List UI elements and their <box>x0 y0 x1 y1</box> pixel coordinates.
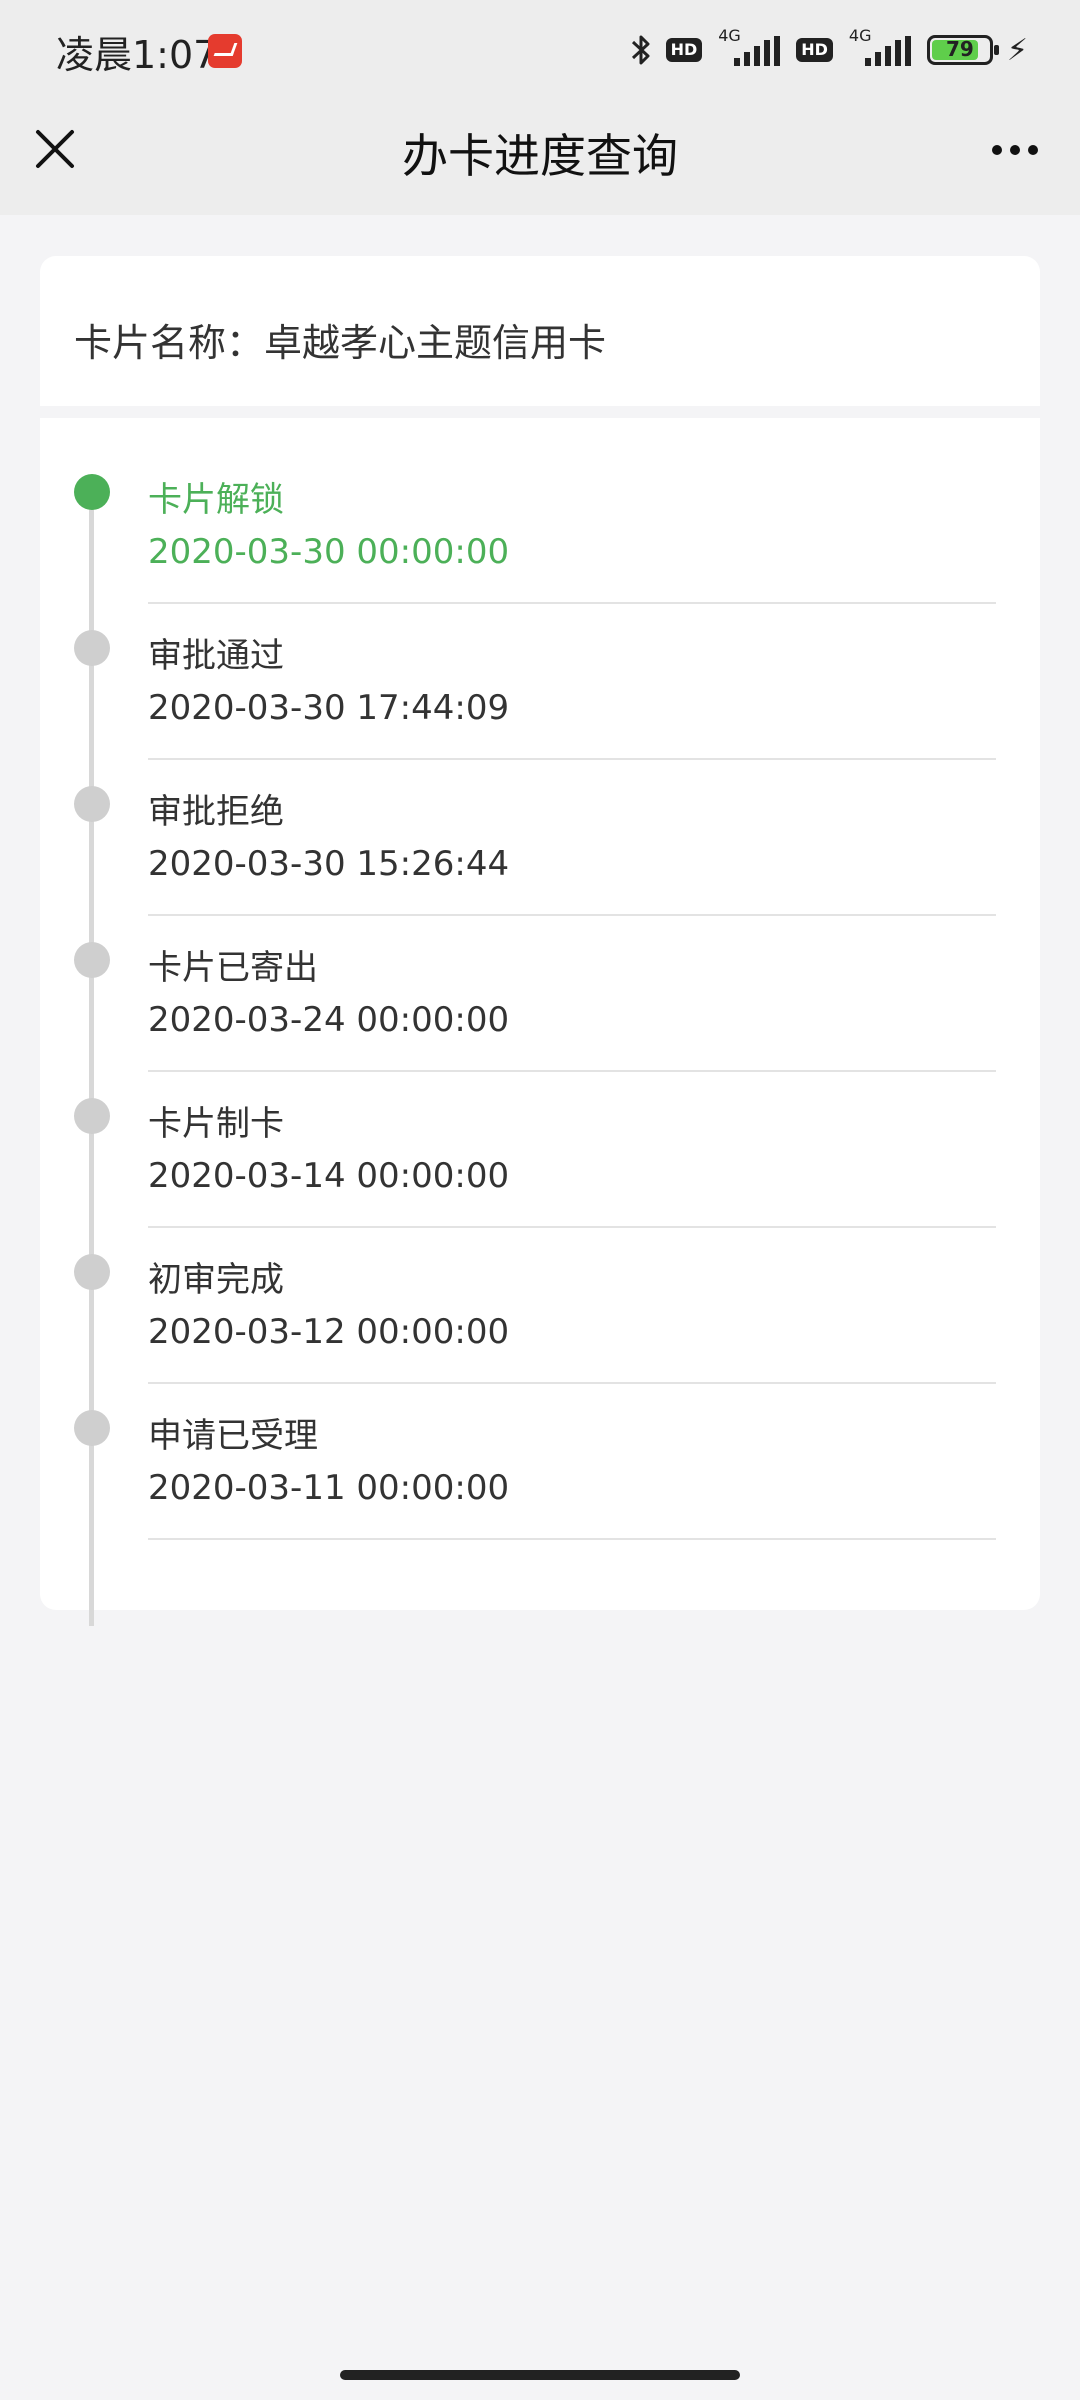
signal-icon: 4G <box>716 26 782 70</box>
card-header: 卡片名称：卓越孝心主题信用卡 <box>40 256 1040 418</box>
step-label: 卡片解锁 <box>148 480 284 520</box>
nav-bar: 办卡进度查询 <box>0 100 1080 215</box>
card-name-label: 卡片名称：卓越孝心主题信用卡 <box>74 321 607 365</box>
status-indicators: HD 4G HD 4G 79 ⚡ <box>630 26 1028 72</box>
divider <box>148 1538 996 1540</box>
timeline-step: 卡片制卡 2020-03-14 00:00:00 <box>40 1054 1040 1228</box>
step-label: 卡片已寄出 <box>148 948 318 988</box>
step-time: 2020-03-11 00:00:00 <box>148 1468 510 1508</box>
progress-card: 卡片名称：卓越孝心主题信用卡 卡片解锁 2020-03-30 00:00:00 … <box>40 256 1040 1626</box>
timeline-step: 审批拒绝 2020-03-30 15:26:44 <box>40 742 1040 916</box>
more-options-button[interactable] <box>980 122 1050 178</box>
step-label: 审批通过 <box>148 636 284 676</box>
status-time: 凌晨1:07 <box>56 33 218 77</box>
step-time: 2020-03-14 00:00:00 <box>148 1156 510 1196</box>
timeline-dot <box>74 1254 110 1290</box>
step-time: 2020-03-12 00:00:00 <box>148 1312 510 1352</box>
step-label: 申请已受理 <box>148 1416 318 1456</box>
timeline-dot <box>74 942 110 978</box>
step-label: 卡片制卡 <box>148 1104 284 1144</box>
status-bar: 凌晨1:07 HD 4G HD 4G 79 ⚡ <box>0 0 1080 100</box>
battery-level: 79 <box>946 37 974 61</box>
step-time: 2020-03-30 17:44:09 <box>148 688 510 728</box>
more-icon <box>992 145 1002 155</box>
timeline-step: 初审完成 2020-03-12 00:00:00 <box>40 1210 1040 1384</box>
charging-icon: ⚡ <box>1006 32 1028 68</box>
timeline-step: 卡片解锁 2020-03-30 00:00:00 <box>40 430 1040 604</box>
timeline-dot <box>74 1098 110 1134</box>
hd-badge: HD <box>665 38 703 62</box>
page-title: 办卡进度查询 <box>402 129 678 183</box>
signal-icon-2: 4G <box>847 26 913 70</box>
battery-icon: 79 <box>926 35 999 65</box>
timeline-step: 卡片已寄出 2020-03-24 00:00:00 <box>40 898 1040 1072</box>
timeline-dot <box>74 1410 110 1446</box>
timeline-step: 申请已受理 2020-03-11 00:00:00 <box>40 1366 1040 1540</box>
timeline-step: 审批通过 2020-03-30 17:44:09 <box>40 586 1040 760</box>
timeline-dot <box>74 630 110 666</box>
step-time: 2020-03-30 15:26:44 <box>148 844 510 884</box>
hd-badge-2: HD <box>796 38 833 62</box>
bluetooth-icon <box>630 32 652 68</box>
home-indicator[interactable] <box>340 2370 740 2380</box>
step-time: 2020-03-30 00:00:00 <box>148 532 510 572</box>
timeline-dot <box>74 474 110 510</box>
app-notification-icon <box>208 34 242 68</box>
timeline-dot <box>74 786 110 822</box>
step-time: 2020-03-24 00:00:00 <box>148 1000 510 1040</box>
step-label: 审批拒绝 <box>148 792 284 832</box>
step-label: 初审完成 <box>148 1260 284 1300</box>
